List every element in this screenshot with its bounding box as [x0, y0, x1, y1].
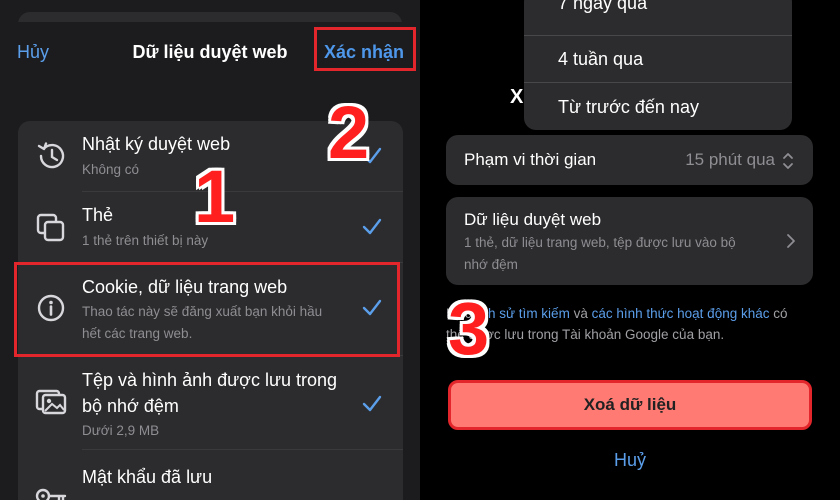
browsing-data-row[interactable]: Dữ liệu duyệt web 1 thẻ, dữ liệu trang w…: [446, 197, 813, 285]
item-title-line1: Tệp và hình ảnh được lưu trong: [82, 370, 338, 390]
item-title: Mật khẩu đã lưu: [82, 467, 213, 487]
right-panel: X 7 ngày qua 4 tuần qua Từ trước đến nay…: [420, 0, 840, 500]
cancel-button[interactable]: Huỷ: [420, 450, 840, 471]
history-icon: [37, 142, 65, 169]
browsing-data-sub-line2: nhớ đệm: [464, 257, 518, 272]
time-range-row[interactable]: Phạm vi thời gian 15 phút qua: [446, 135, 813, 185]
list-item-passwords[interactable]: Mật khẩu đã lưu: [18, 450, 403, 500]
checkmark-icon: [362, 395, 382, 412]
item-subtitle: Không có: [82, 162, 140, 177]
browsing-data-title: Dữ liệu duyệt web: [464, 210, 602, 229]
dropdown-option-7-days[interactable]: 7 ngày qua: [558, 0, 647, 14]
delete-data-button[interactable]: Xoá dữ liệu: [448, 380, 812, 430]
time-range-value: 15 phút qua: [685, 150, 775, 169]
account-info-text: Mục lịch sử tìm kiếm và các hình thức ho…: [446, 303, 796, 345]
time-range-dropdown: 7 ngày qua 4 tuần qua Từ trước đến nay: [524, 0, 792, 130]
chevron-up-down-icon: [783, 153, 793, 169]
images-icon: [35, 389, 67, 415]
search-history-link[interactable]: lịch sử tìm kiếm: [475, 306, 570, 321]
time-range-label: Phạm vi thời gian: [464, 150, 597, 169]
left-panel: Hủy Dữ liệu duyệt web Xác nhận Nhật ký d…: [0, 0, 420, 500]
item-title-line2: bộ nhớ đệm: [82, 396, 179, 416]
dropdown-option-4-weeks[interactable]: 4 tuần qua: [558, 49, 643, 70]
step-number-3: 3: [448, 287, 490, 370]
other-activity-link[interactable]: các hình thức hoạt động khác: [592, 306, 770, 321]
item-subtitle: Dưới 2,9 MB: [82, 423, 160, 438]
item-subtitle: 1 thẻ trên thiết bị này: [82, 233, 209, 248]
chevron-right-icon: [787, 234, 795, 248]
partial-header-text: X: [510, 86, 524, 108]
item-title: Nhật ký duyệt web: [82, 134, 231, 154]
dropdown-option-all-time[interactable]: Từ trước đến nay: [558, 97, 699, 118]
browsing-data-sub-line1: 1 thẻ, dữ liệu trang web, tệp được lưu v…: [464, 235, 736, 250]
step-number-1: 1: [194, 155, 236, 238]
checkmark-icon: [362, 218, 382, 235]
confirm-button[interactable]: Xác nhận: [324, 42, 404, 63]
cookie-highlight-box: [14, 262, 400, 357]
info-mid: và: [569, 306, 592, 321]
key-icon: [35, 488, 67, 500]
item-title: Thẻ: [82, 205, 114, 225]
divider: [524, 82, 792, 83]
tabs-icon: [36, 213, 65, 242]
divider: [524, 35, 792, 36]
step-number-2: 2: [328, 91, 370, 174]
list-item-cache[interactable]: Tệp và hình ảnh được lưu trong bộ nhớ đệ…: [18, 356, 403, 449]
